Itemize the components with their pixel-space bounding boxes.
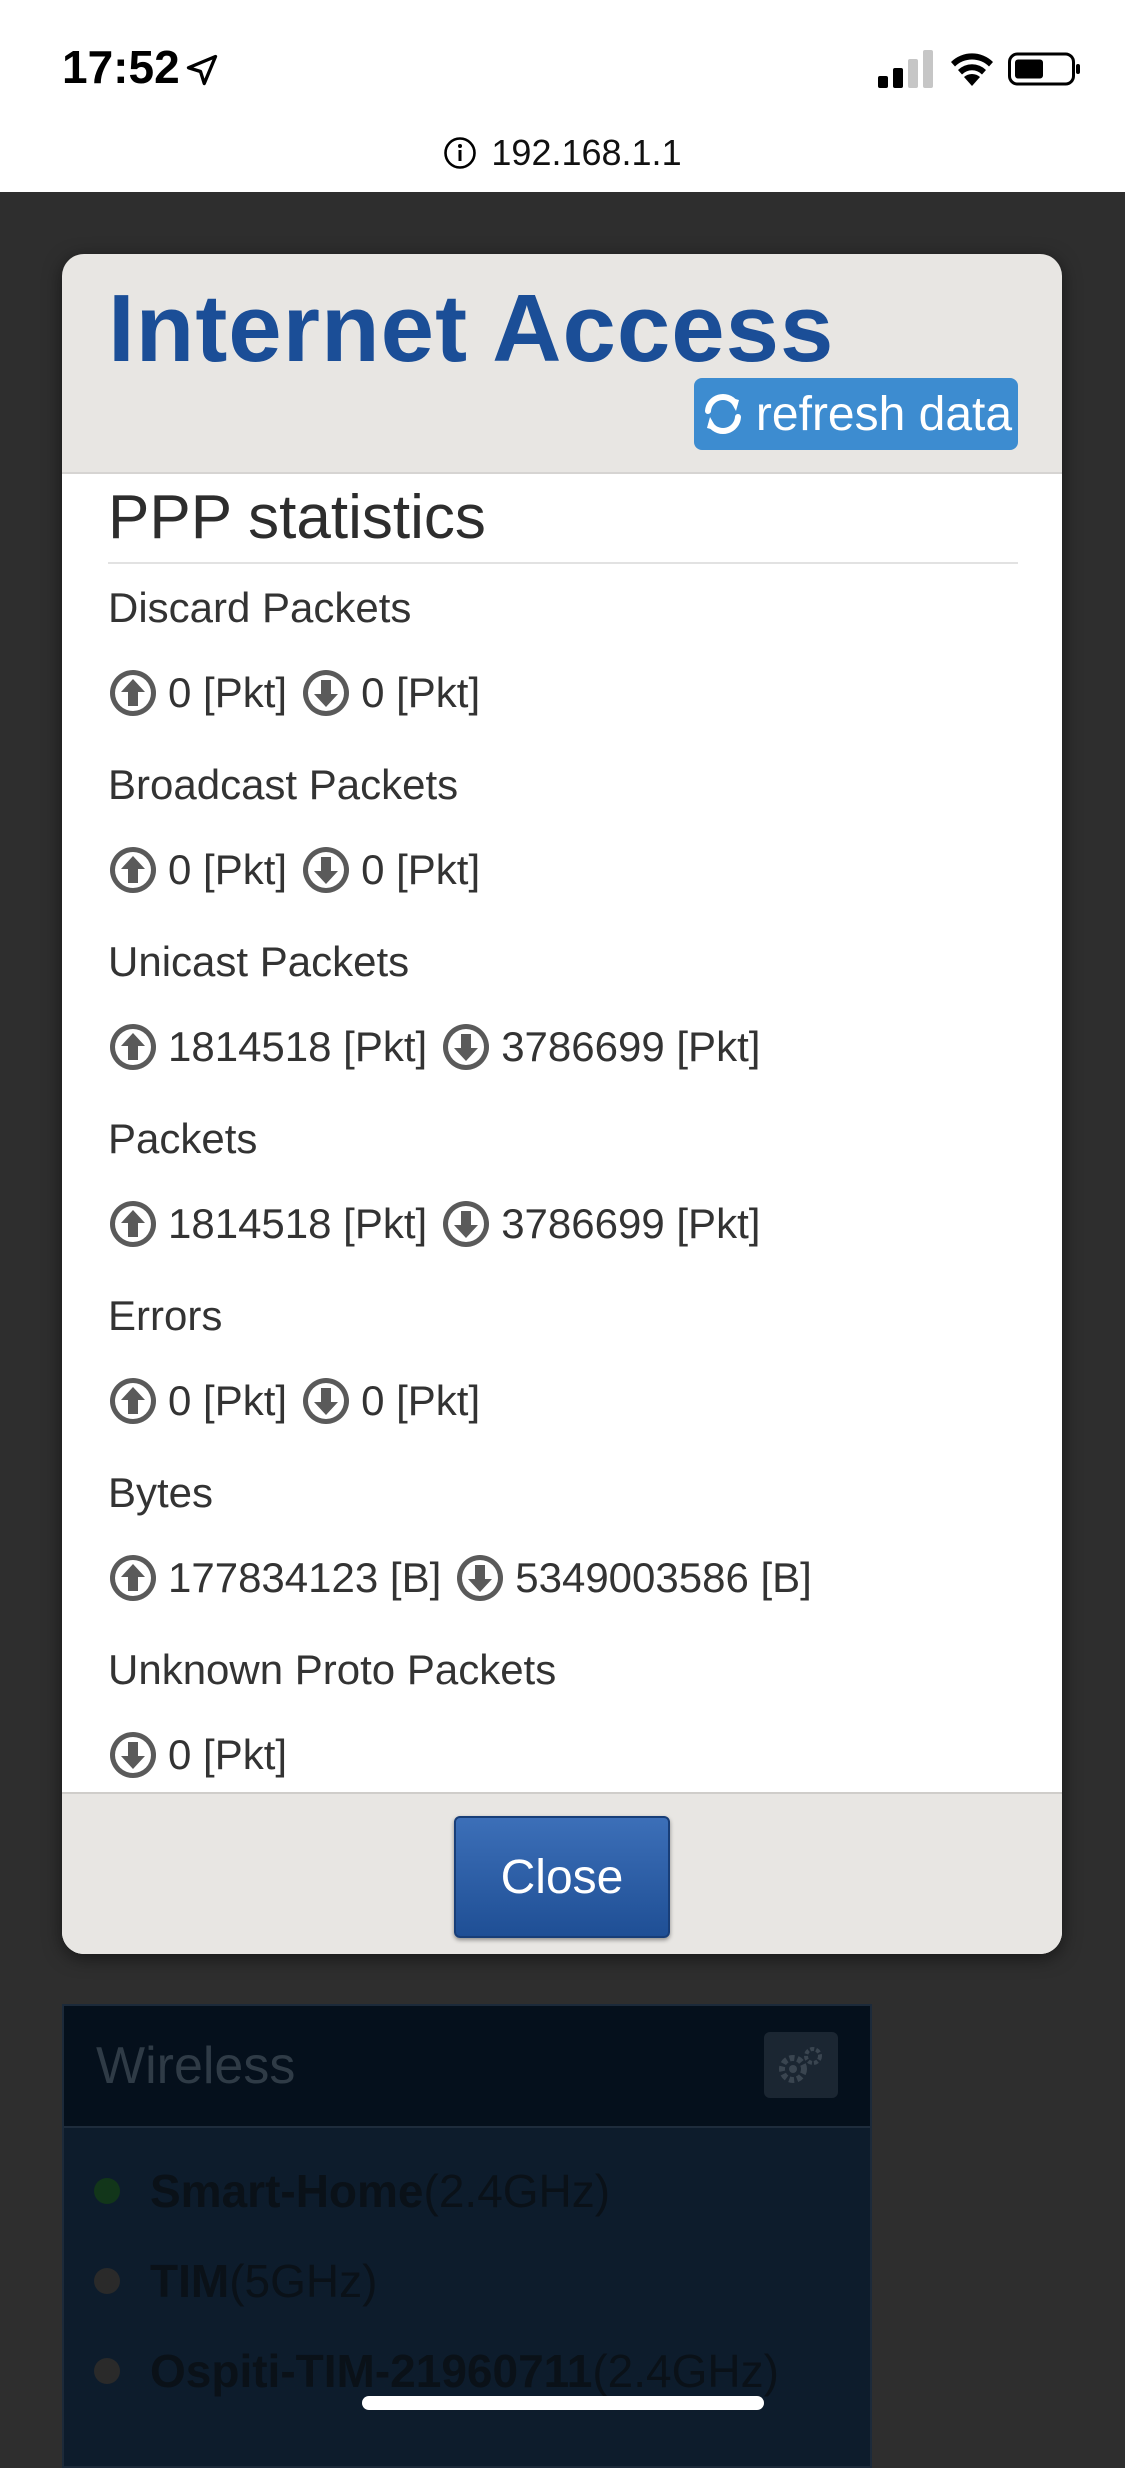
network-band: (2.4GHz) (423, 2165, 611, 2217)
status-bar: 17:52 192.168.1.1 (0, 0, 1125, 192)
download-arrow-icon (457, 1555, 504, 1601)
close-button[interactable]: Close (454, 1816, 670, 1938)
download-value: 0 [Pkt] (361, 846, 481, 893)
status-dot (94, 2358, 120, 2384)
upload-arrow-icon (110, 670, 156, 716)
stat-values: 177834123 [B] 5349003586 [B] (108, 1553, 812, 1603)
stat-values: 0 [Pkt] 0 [Pkt] (108, 1376, 480, 1426)
stat-label: Unknown Proto Packets (108, 1646, 557, 1693)
stat-label: Errors (108, 1292, 223, 1339)
refresh-data-label: refresh data (755, 387, 1013, 441)
wireless-title: Wireless (96, 2037, 296, 2095)
stat-label: Bytes (108, 1469, 214, 1516)
url-text: 192.168.1.1 (491, 132, 682, 173)
stat-values: 1814518 [Pkt] 3786699 [Pkt] (108, 1199, 760, 1249)
download-arrow-icon (303, 847, 350, 893)
url-bar[interactable]: 192.168.1.1 (0, 128, 1125, 178)
network-item[interactable]: Ospiti-TIM-21960711 (2.4GHz) (94, 2344, 779, 2398)
download-arrow-icon (443, 1201, 490, 1247)
network-item[interactable]: Smart-Home (2.4GHz) (94, 2164, 610, 2218)
refresh-icon (704, 394, 741, 434)
modal-title: Internet Access (108, 275, 835, 382)
section-title: PPP statistics (108, 474, 1018, 564)
battery-icon (1008, 52, 1080, 86)
upload-arrow-icon (110, 1378, 156, 1424)
download-arrow-icon (303, 670, 350, 716)
wifi-icon (951, 53, 993, 86)
download-value: 0 [Pkt] (361, 669, 481, 716)
upload-value: 0 [Pkt] (168, 1377, 288, 1424)
status-time: 17:52 (62, 41, 180, 93)
status-dot (94, 2178, 120, 2204)
internet-access-modal: Internet Access refresh data PPP statist… (62, 254, 1062, 1954)
home-indicator[interactable] (362, 2396, 764, 2410)
stat-values: 0 [Pkt] (108, 1730, 287, 1780)
location-arrow-icon (186, 54, 218, 86)
stat-label: Broadcast Packets (108, 761, 459, 808)
upload-value: 0 [Pkt] (168, 669, 288, 716)
stat-values: 0 [Pkt] 0 [Pkt] (108, 845, 480, 895)
network-band: (2.4GHz) (592, 2345, 779, 2397)
download-value: 3786699 [Pkt] (501, 1200, 761, 1247)
download-value: 3786699 [Pkt] (501, 1023, 761, 1070)
modal-body[interactable]: PPP statistics Discard Packets 0 [Pkt] 0… (62, 472, 1062, 1954)
wireless-panel-header: Wireless (64, 2006, 870, 2128)
network-item[interactable]: TIM (5GHz) (94, 2254, 377, 2308)
stat-label: Packets (108, 1115, 258, 1162)
network-band: (5GHz) (229, 2255, 378, 2307)
network-name: Ospiti-TIM-21960711 (150, 2345, 593, 2397)
stat-label: Unicast Packets (108, 938, 410, 985)
download-value: 0 [Pkt] (361, 1377, 481, 1424)
info-icon (444, 137, 477, 169)
modal-footer: Close (62, 1792, 1062, 1954)
download-arrow-icon (110, 1732, 156, 1778)
upload-value: 177834123 [B] (168, 1554, 442, 1601)
upload-arrow-icon (110, 1555, 156, 1601)
upload-value: 1814518 [Pkt] (168, 1023, 428, 1070)
stat-values: 1814518 [Pkt] 3786699 [Pkt] (108, 1022, 760, 1072)
download-arrow-icon (443, 1024, 490, 1070)
network-name: TIM (150, 2255, 230, 2307)
gear-icon (779, 2047, 822, 2083)
upload-arrow-icon (110, 1024, 156, 1070)
cellular-signal-icon (878, 50, 933, 88)
stat-values: 0 [Pkt] 0 [Pkt] (108, 668, 480, 718)
stat-label: Discard Packets (108, 584, 412, 631)
download-arrow-icon (303, 1378, 350, 1424)
refresh-data-button[interactable]: refresh data (694, 378, 1018, 450)
network-name: Smart-Home (150, 2165, 424, 2217)
download-value: 0 [Pkt] (168, 1731, 288, 1778)
upload-value: 0 [Pkt] (168, 846, 288, 893)
wireless-settings-button[interactable] (764, 2032, 838, 2098)
upload-value: 1814518 [Pkt] (168, 1200, 428, 1247)
upload-arrow-icon (110, 1201, 156, 1247)
upload-arrow-icon (110, 847, 156, 893)
download-value: 5349003586 [B] (515, 1554, 812, 1601)
status-dot (94, 2268, 120, 2294)
